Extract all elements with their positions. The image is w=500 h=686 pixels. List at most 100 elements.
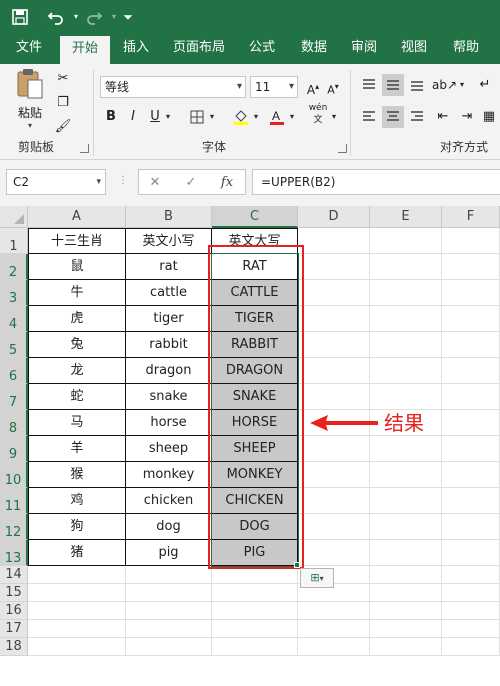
formula-input[interactable]: =UPPER(B2) [252, 169, 500, 195]
font-color-dropdown-icon[interactable]: ▾ [286, 106, 298, 128]
tab-formulas[interactable]: 公式 [240, 34, 284, 64]
select-all-corner[interactable] [0, 206, 28, 228]
bold-button[interactable]: B [100, 106, 122, 128]
cell-d6[interactable] [298, 358, 370, 384]
cell-d3[interactable] [298, 280, 370, 306]
cell-b6[interactable]: dragon [126, 358, 212, 384]
undo-icon[interactable] [46, 7, 66, 27]
decrease-indent-icon[interactable]: ⇤ [432, 106, 454, 128]
cell-e11[interactable] [370, 488, 442, 514]
cell-d1[interactable] [298, 228, 370, 254]
cell-e12[interactable] [370, 514, 442, 540]
cell-c14[interactable] [212, 566, 298, 584]
borders-icon[interactable] [186, 106, 208, 128]
row-header-13[interactable]: 13 [0, 540, 28, 566]
cell-a10[interactable]: 猴 [28, 462, 126, 488]
wrap-text-icon[interactable]: ↵ [474, 74, 496, 96]
cell-b9[interactable]: sheep [126, 436, 212, 462]
cell-f10[interactable] [442, 462, 500, 488]
cell-f12[interactable] [442, 514, 500, 540]
fill-color-icon[interactable] [230, 106, 252, 128]
cell-e3[interactable] [370, 280, 442, 306]
font-launcher-icon[interactable] [338, 144, 347, 153]
align-center-icon[interactable] [382, 106, 404, 128]
cell-b7[interactable]: snake [126, 384, 212, 410]
cell-e18[interactable] [370, 638, 442, 656]
cell-b13[interactable]: pig [126, 540, 212, 566]
paste-button[interactable]: 粘贴 ▾ [10, 68, 50, 134]
cell-e14[interactable] [370, 566, 442, 584]
cell-e2[interactable] [370, 254, 442, 280]
cell-e13[interactable] [370, 540, 442, 566]
cell-a14[interactable] [28, 566, 126, 584]
cell-b8[interactable]: horse [126, 410, 212, 436]
tab-file[interactable]: 文件 [6, 34, 52, 64]
cell-f9[interactable] [442, 436, 500, 462]
column-header-f[interactable]: F [442, 206, 500, 228]
cell-b18[interactable] [126, 638, 212, 656]
cell-d5[interactable] [298, 332, 370, 358]
middle-align-icon[interactable] [382, 74, 404, 96]
cell-e15[interactable] [370, 584, 442, 602]
cell-b4[interactable]: tiger [126, 306, 212, 332]
borders-dropdown-icon[interactable]: ▾ [206, 106, 218, 128]
cut-icon[interactable]: ✂ [52, 68, 74, 90]
cell-f16[interactable] [442, 602, 500, 620]
top-align-icon[interactable] [358, 74, 380, 96]
cell-e10[interactable] [370, 462, 442, 488]
row-header-15[interactable]: 15 [0, 584, 28, 602]
copy-icon[interactable]: ❐ [52, 92, 74, 114]
cell-f1[interactable] [442, 228, 500, 254]
cell-c11[interactable]: CHICKEN [212, 488, 298, 514]
cell-c4[interactable]: TIGER [212, 306, 298, 332]
cell-c17[interactable] [212, 620, 298, 638]
cell-f8[interactable] [442, 410, 500, 436]
cell-c6[interactable]: DRAGON [212, 358, 298, 384]
cell-f4[interactable] [442, 306, 500, 332]
italic-button[interactable]: I [122, 106, 144, 128]
insert-function-icon[interactable]: fx [217, 173, 237, 193]
merge-center-icon[interactable]: ▦ [478, 106, 500, 128]
cell-c5[interactable]: RABBIT [212, 332, 298, 358]
cell-d2[interactable] [298, 254, 370, 280]
row-header-6[interactable]: 6 [0, 358, 28, 384]
bottom-align-icon[interactable] [406, 74, 428, 96]
row-header-9[interactable]: 9 [0, 436, 28, 462]
cell-f2[interactable] [442, 254, 500, 280]
cell-c12[interactable]: DOG [212, 514, 298, 540]
cell-a6[interactable]: 龙 [28, 358, 126, 384]
undo-dropdown-icon[interactable]: ▾ [66, 7, 86, 27]
cell-a1[interactable]: 十三生肖 [28, 228, 126, 254]
cancel-icon[interactable]: ✕ [145, 173, 165, 193]
cell-e16[interactable] [370, 602, 442, 620]
increase-font-icon[interactable]: A▴ [302, 76, 324, 98]
row-header-7[interactable]: 7 [0, 384, 28, 410]
phonetic-guide-icon[interactable]: wén 文 [306, 102, 330, 125]
row-header-16[interactable]: 16 [0, 602, 28, 620]
column-header-c[interactable]: C [212, 206, 298, 228]
cell-f6[interactable] [442, 358, 500, 384]
cell-f18[interactable] [442, 638, 500, 656]
cell-c8[interactable]: HORSE [212, 410, 298, 436]
cell-d17[interactable] [298, 620, 370, 638]
cell-d18[interactable] [298, 638, 370, 656]
tab-review[interactable]: 审阅 [342, 34, 386, 64]
cell-e5[interactable] [370, 332, 442, 358]
cell-b10[interactable]: monkey [126, 462, 212, 488]
row-header-2[interactable]: 2 [0, 254, 28, 280]
cell-a8[interactable]: 马 [28, 410, 126, 436]
decrease-font-icon[interactable]: A▾ [322, 76, 344, 98]
cell-f13[interactable] [442, 540, 500, 566]
cell-f5[interactable] [442, 332, 500, 358]
row-header-1[interactable]: 1 [0, 228, 28, 254]
cell-b14[interactable] [126, 566, 212, 584]
format-painter-icon[interactable]: 🖌 [52, 116, 74, 138]
align-right-icon[interactable] [406, 106, 428, 128]
font-size-select[interactable]: 11 ▾ [250, 76, 298, 98]
cell-a4[interactable]: 虎 [28, 306, 126, 332]
cell-e9[interactable] [370, 436, 442, 462]
quick-analysis-button[interactable]: ⊞▾ [300, 568, 334, 588]
cell-e4[interactable] [370, 306, 442, 332]
cell-d13[interactable] [298, 540, 370, 566]
orientation-icon[interactable]: ab↗ [432, 74, 457, 96]
